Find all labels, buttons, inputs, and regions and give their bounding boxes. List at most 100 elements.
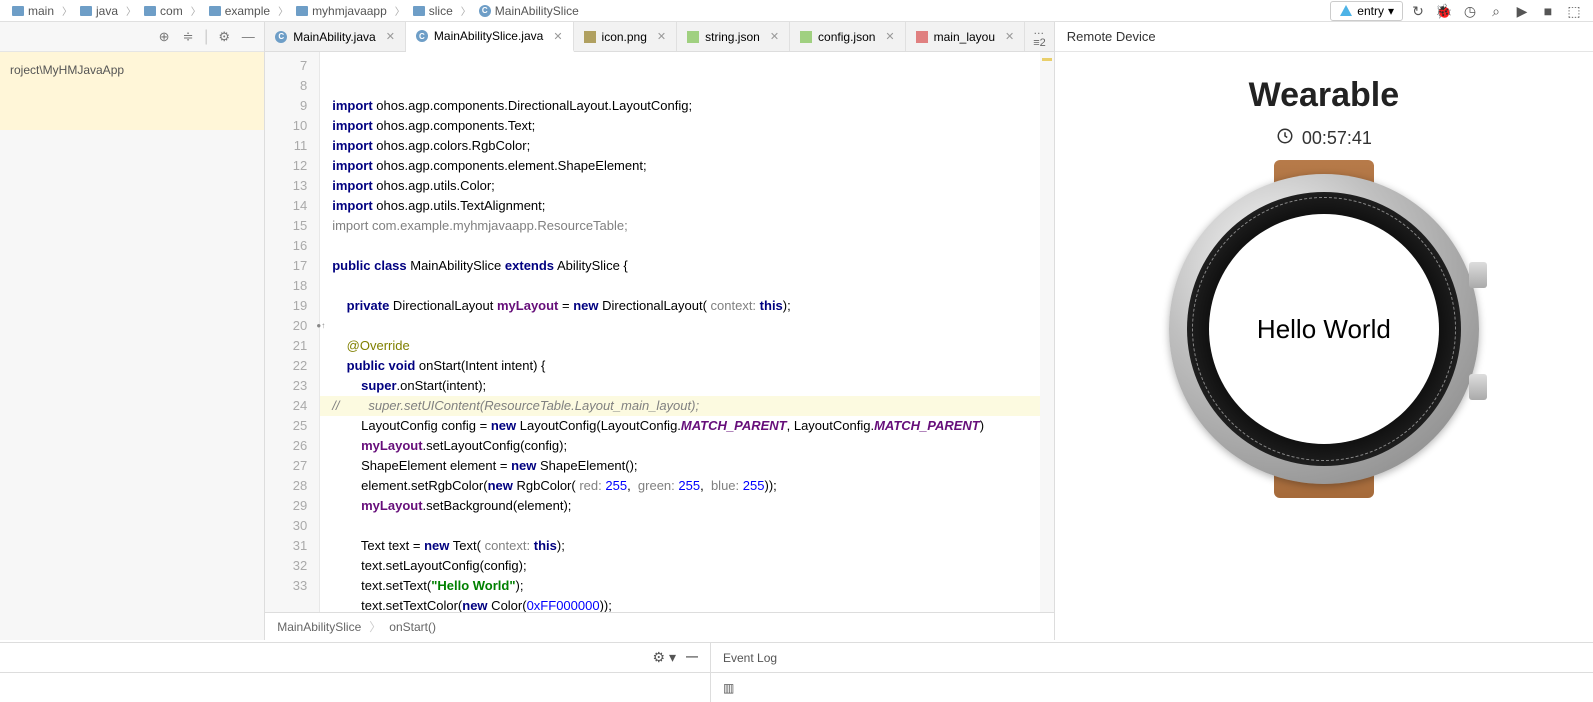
scrollbar-marker[interactable] [1040,52,1054,612]
watch-crown-upper [1469,262,1487,288]
close-icon[interactable]: ✕ [885,30,894,43]
gear-icon[interactable]: ⚙ ▾ [653,649,676,666]
editor-tab[interactable]: icon.png✕ [574,22,678,51]
folder-icon [209,6,221,16]
editor-tabs: CMainAbility.java✕CMainAbilitySlice.java… [265,22,1054,52]
editor-tab[interactable]: CMainAbility.java✕ [265,22,406,51]
png-file-icon [584,31,596,43]
code-editor[interactable]: import ohos.agp.components.DirectionalLa… [320,52,1054,612]
code-line[interactable]: @Override [332,336,1054,356]
code-line[interactable]: text.setLayoutConfig(config); [332,556,1054,576]
code-line[interactable]: import ohos.agp.utils.Color; [332,176,1054,196]
editor-tab[interactable]: config.json✕ [790,22,906,51]
breadcrumb-item[interactable]: main [8,4,58,18]
breadcrumb-item[interactable]: example [205,4,274,18]
preview-time: 00:57:41 [1302,128,1372,149]
editor-tab[interactable]: CMainAbilitySlice.java✕ [406,22,574,52]
code-line[interactable]: Text text = new Text( context: this); [332,536,1054,556]
device-label: Wearable [1249,76,1400,115]
close-icon[interactable]: ✕ [1005,30,1014,43]
editor-tab[interactable]: string.json✕ [677,22,790,51]
code-line[interactable]: // super.setUIContent(ResourceTable.Layo… [320,396,1054,416]
chevron-down-icon: ▾ [1388,4,1394,18]
code-line[interactable]: text.setTextColor(new Color(0xFF000000))… [332,596,1054,612]
gradle-icon[interactable]: ⬚ [1563,0,1585,22]
code-gutter: 78910111213141516171819●↑202122232425262… [265,52,320,612]
target-icon[interactable]: ⊕ [156,29,172,45]
run-config-dropdown[interactable]: entry ▾ [1330,1,1403,21]
status-class[interactable]: MainAbilitySlice [277,620,361,634]
code-line[interactable]: ShapeElement element = new ShapeElement(… [332,456,1054,476]
folder-icon [144,6,156,16]
sync-icon[interactable]: ↻ [1407,0,1429,22]
class-icon: C [479,5,491,17]
code-line[interactable] [332,236,1054,256]
collapse-icon[interactable]: — [240,29,256,45]
bottom-tool-icon[interactable]: ▥ [710,673,1593,702]
chevron-right-icon: 〉 [278,3,288,18]
tab-overflow[interactable]: … ≡2 [1025,22,1054,51]
status-method[interactable]: onStart() [389,620,436,634]
collapse-icon[interactable]: — [686,649,698,666]
profiler-icon[interactable]: ◷ [1459,0,1481,22]
code-line[interactable]: import com.example.myhmjavaapp.ResourceT… [332,216,1054,236]
close-icon[interactable]: ✕ [657,30,666,43]
breadcrumb: main〉java〉com〉example〉myhmjavaapp〉slice〉… [8,3,583,18]
stop-icon[interactable]: ■ [1537,0,1559,22]
code-line[interactable]: import ohos.agp.components.DirectionalLa… [332,96,1054,116]
folder-icon [12,6,24,16]
editor-tab[interactable]: main_layou✕ [906,22,1026,51]
code-line[interactable]: private DirectionalLayout myLayout = new… [332,296,1054,316]
close-icon[interactable]: ✕ [553,30,562,43]
bug-icon[interactable]: 🐞 [1433,0,1455,22]
watch-crown-lower [1469,374,1487,400]
close-icon[interactable]: ✕ [770,30,779,43]
chevron-right-icon: 〉 [395,3,405,18]
breadcrumb-item[interactable]: java [76,4,122,18]
preview-title: Remote Device [1055,22,1593,52]
preview-body: Wearable 00:57:41 Hello World [1055,52,1593,640]
code-line[interactable] [332,316,1054,336]
watch-face: Hello World [1209,214,1439,444]
code-line[interactable]: text.setText("Hello World"); [332,576,1054,596]
code-line[interactable]: import ohos.agp.colors.RgbColor; [332,136,1054,156]
code-line[interactable]: myLayout.setLayoutConfig(config); [332,436,1054,456]
chevron-right-icon: 〉 [126,3,136,18]
code-line[interactable]: public void onStart(Intent intent) { [332,356,1054,376]
code-line[interactable]: import ohos.agp.components.Text; [332,116,1054,136]
code-line[interactable]: import ohos.agp.utils.TextAlignment; [332,196,1054,216]
chevron-right-icon: 〉 [62,3,72,18]
run-icon[interactable]: ▶ [1511,0,1533,22]
breadcrumb-item[interactable]: com [140,4,187,18]
code-line[interactable]: myLayout.setBackground(element); [332,496,1054,516]
project-path[interactable]: roject\MyHMJavaApp [6,58,258,82]
close-icon[interactable]: ✕ [386,30,395,43]
code-line[interactable]: import ohos.agp.components.element.Shape… [332,156,1054,176]
run-config-label: entry [1357,4,1384,18]
code-line[interactable]: LayoutConfig config = new LayoutConfig(L… [332,416,1054,436]
expand-icon[interactable]: ≑ [180,29,196,45]
code-line[interactable] [332,276,1054,296]
breadcrumb-item[interactable]: myhmjavaapp [292,4,391,18]
gear-icon[interactable]: ⚙ [216,29,232,45]
code-line[interactable] [332,516,1054,536]
java-file-icon: C [275,31,287,43]
folder-icon [296,6,308,16]
breadcrumb-status: MainAbilitySlice 〉 onStart() [265,612,1054,640]
folder-icon [80,6,92,16]
chevron-right-icon: 〉 [369,618,381,635]
json-file-icon [687,31,699,43]
json-file-icon [800,31,812,43]
attach-icon[interactable]: ⌕ [1485,0,1507,22]
watch-screen-text: Hello World [1257,314,1391,345]
app-icon [1339,4,1353,18]
folder-icon [413,6,425,16]
clock-icon [1276,127,1294,150]
event-log-tab[interactable]: Event Log [710,643,1593,672]
code-line[interactable]: super.onStart(intent); [332,376,1054,396]
code-line[interactable]: public class MainAbilitySlice extends Ab… [332,256,1054,276]
layout-file-icon [916,31,928,43]
breadcrumb-file[interactable]: CMainAbilitySlice [475,4,583,18]
breadcrumb-item[interactable]: slice [409,4,457,18]
code-line[interactable]: element.setRgbColor(new RgbColor( red: 2… [332,476,1054,496]
